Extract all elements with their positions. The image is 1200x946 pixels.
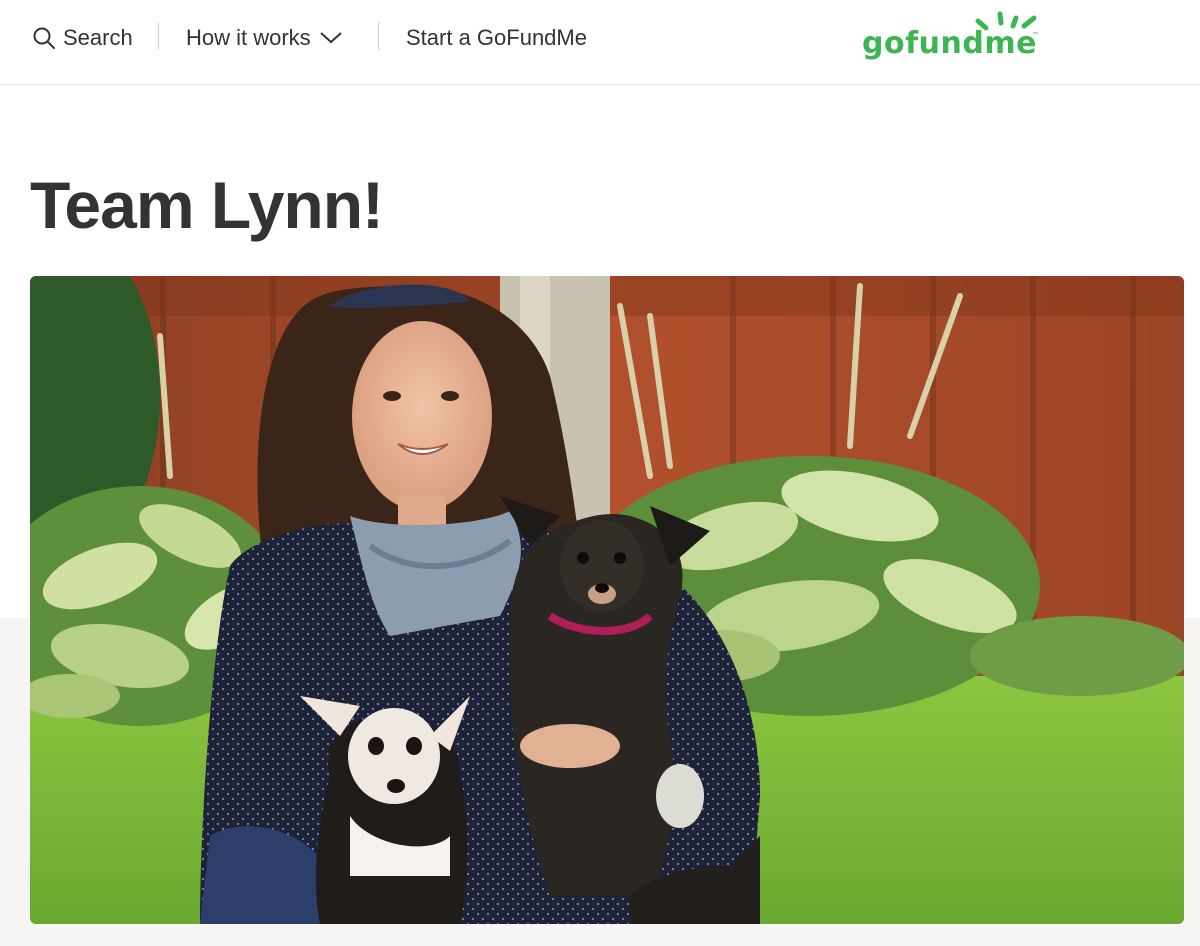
start-gofundme-label: Start a GoFundMe bbox=[406, 25, 587, 50]
nav-divider bbox=[158, 22, 159, 50]
how-it-works-label: How it works bbox=[186, 25, 311, 50]
hero-photo-illustration bbox=[30, 276, 1184, 924]
logo-text: gofundme bbox=[862, 26, 1037, 61]
how-it-works-dropdown[interactable]: How it works bbox=[186, 22, 343, 54]
search-icon bbox=[33, 27, 55, 49]
logo-trademark: ™ bbox=[1032, 32, 1038, 38]
search-button[interactable]: Search bbox=[32, 22, 133, 54]
chevron-down-icon bbox=[320, 32, 342, 44]
campaign-hero-image bbox=[30, 276, 1184, 924]
gofundme-logo[interactable]: gofundme ™ bbox=[860, 10, 1040, 70]
search-label: Search bbox=[63, 25, 133, 50]
campaign-title: Team Lynn! bbox=[30, 168, 384, 242]
start-gofundme-link[interactable]: Start a GoFundMe bbox=[406, 22, 587, 54]
nav-divider bbox=[378, 22, 379, 50]
site-header: Search How it works Start a GoFundMe gof… bbox=[0, 0, 1200, 85]
